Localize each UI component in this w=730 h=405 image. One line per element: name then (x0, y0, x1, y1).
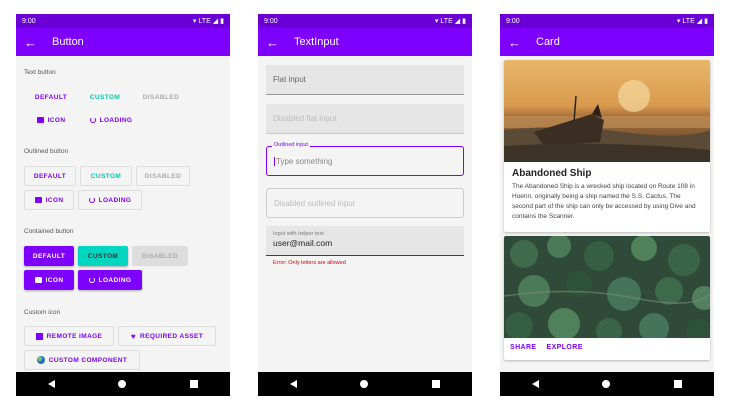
contained-icon-button[interactable]: ICON (24, 270, 74, 290)
outlined-default-button[interactable]: DEFAULT (24, 166, 76, 186)
image-icon (36, 117, 44, 123)
nav-back-icon[interactable] (47, 380, 55, 388)
textinput-content: Flat input Disabled flat input Outlined … (258, 56, 472, 372)
helper-input[interactable]: Input with helper text user@mail.com (266, 226, 464, 256)
text-custom-button[interactable]: CUSTOM (78, 87, 132, 107)
disabled-outlined-input: Disabled outlined input (266, 188, 464, 218)
text-disabled-button: DISABLED (142, 93, 180, 101)
network-label: LTE (682, 17, 695, 25)
section-title-custom-icon: Custom icon (24, 309, 61, 316)
disabled-flat-input: Disabled flat input (266, 104, 464, 134)
nav-recents-icon[interactable] (432, 380, 441, 388)
text-icon-button[interactable]: ICON (24, 110, 78, 130)
flat-input[interactable]: Flat input (266, 65, 464, 95)
contained-default-button[interactable]: DEFAULT (24, 246, 74, 266)
globe-icon (36, 356, 45, 364)
card-body: The Abandoned Ship is a wrecked ship loc… (512, 183, 696, 220)
status-bar: 9:00 ▾ LTE ◢ ▮ (16, 14, 230, 28)
nav-home-icon[interactable] (602, 380, 611, 388)
text-loading-button[interactable]: LOADING (78, 110, 144, 130)
app-bar-title: Card (536, 36, 560, 48)
back-arrow-icon[interactable]: ← (508, 35, 530, 50)
spinner-icon (89, 117, 96, 123)
abandoned-ship-card[interactable]: Abandoned Ship The Abandoned Ship is a w… (504, 60, 710, 232)
nav-bar (16, 372, 230, 396)
image-icon (34, 277, 42, 283)
status-bar: 9:00 ▾ LTE ◢ ▮ (258, 14, 472, 28)
app-bar: ← Card (500, 28, 714, 56)
forest-aerial-image (504, 236, 710, 338)
section-title-outlined: Outlined button (24, 148, 69, 155)
helper-input-label: Input with helper text (273, 231, 324, 237)
spinner-icon (88, 197, 95, 203)
remote-image-icon (35, 332, 43, 340)
remote-image-button[interactable]: REMOTE IMAGE (24, 326, 114, 346)
helper-error-text: Error: Only letters are allowed (273, 260, 346, 266)
nav-back-icon[interactable] (289, 380, 297, 388)
app-bar-title: TextInput (294, 36, 339, 48)
heart-icon: ♥ (130, 331, 136, 341)
share-button[interactable]: SHARE (510, 344, 537, 351)
status-time: 9:00 (264, 17, 278, 25)
status-time: 9:00 (506, 17, 520, 25)
back-arrow-icon[interactable]: ← (266, 35, 288, 50)
nav-recents-icon[interactable] (190, 380, 199, 388)
nav-recents-icon[interactable] (674, 380, 683, 388)
outlined-input-placeholder: Type something (274, 156, 333, 166)
outlined-disabled-button: DISABLED (136, 166, 190, 186)
battery-icon: ▮ (462, 18, 466, 25)
app-bar: ← TextInput (258, 28, 472, 56)
nav-home-icon[interactable] (360, 380, 369, 388)
outlined-custom-button[interactable]: CUSTOM (80, 166, 132, 186)
section-title-text: Text button (24, 69, 56, 76)
contained-disabled-button: DISABLED (132, 246, 188, 266)
wifi-icon: ▾ (676, 18, 681, 25)
helper-input-value: user@mail.com (273, 238, 333, 248)
textinput-screen: 9:00 ▾ LTE ◢ ▮ ← TextInput Flat input Disab… (258, 14, 472, 396)
wifi-icon: ▾ (434, 18, 439, 25)
battery-icon: ▮ (220, 18, 224, 25)
network-label: LTE (198, 17, 211, 25)
section-title-contained: Contained button (24, 228, 74, 235)
app-bar: ← Button (16, 28, 230, 56)
shipwreck-image (504, 60, 710, 162)
app-bar-title: Button (52, 36, 84, 48)
custom-component-button[interactable]: CUSTOM COMPONENT (24, 350, 140, 370)
spinner-icon (88, 277, 95, 283)
battery-icon: ▮ (704, 18, 708, 25)
outlined-input[interactable]: Outlined input Type something (266, 142, 464, 176)
wifi-icon: ▾ (192, 18, 197, 25)
nav-bar (500, 372, 714, 396)
status-time: 9:00 (22, 17, 36, 25)
nav-bar (258, 372, 472, 396)
contained-custom-button[interactable]: CUSTOM (78, 246, 128, 266)
contained-loading-button[interactable]: LOADING (78, 270, 142, 290)
network-label: LTE (440, 17, 453, 25)
forest-card[interactable]: SHARE EXPLORE (504, 236, 710, 360)
button-content: Text button DEFAULT CUSTOM DISABLED ICON… (16, 56, 230, 372)
explore-button[interactable]: EXPLORE (547, 344, 583, 351)
outlined-loading-button[interactable]: LOADING (78, 190, 142, 210)
outlined-icon-button[interactable]: ICON (24, 190, 74, 210)
text-default-button[interactable]: DEFAULT (24, 87, 78, 107)
nav-back-icon[interactable] (531, 380, 539, 388)
status-bar: 9:00 ▾ LTE ◢ ▮ (500, 14, 714, 28)
nav-home-icon[interactable] (118, 380, 127, 388)
outlined-input-label: Outlined input (272, 142, 310, 148)
signal-icon: ◢ (212, 18, 219, 25)
card-title: Abandoned Ship (512, 168, 592, 179)
required-asset-button[interactable]: ♥ REQUIRED ASSET (118, 326, 216, 346)
signal-icon: ◢ (696, 18, 703, 25)
button-screen: 9:00 ▾ LTE ◢ ▮ ← Button Text button DEFAULT… (16, 14, 230, 396)
back-arrow-icon[interactable]: ← (24, 35, 46, 50)
signal-icon: ◢ (454, 18, 461, 25)
image-icon (34, 197, 42, 203)
card-screen: 9:00 ▾ LTE ◢ ▮ ← Card Abandoned Ship The… (500, 14, 714, 396)
card-content: Abandoned Ship The Abandoned Ship is a w… (500, 56, 714, 372)
